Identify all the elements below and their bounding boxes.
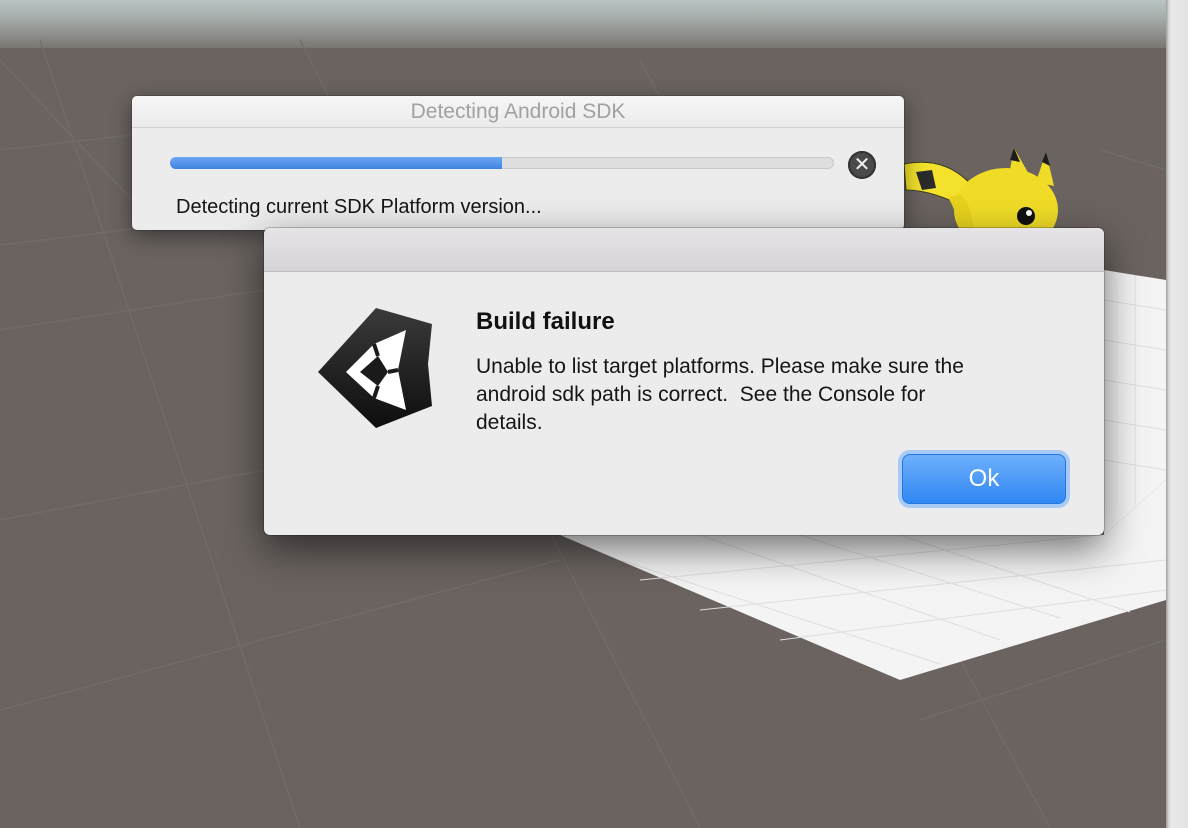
alert-title: Build failure: [476, 308, 615, 335]
alert-message: Unable to list target platforms. Please …: [476, 355, 964, 434]
progress-dialog-title: Detecting Android SDK: [132, 96, 904, 128]
unity-logo-icon: [318, 308, 432, 428]
alert-titlebar[interactable]: [264, 228, 1104, 272]
ok-button[interactable]: Ok: [902, 454, 1066, 504]
window-edge: [1166, 0, 1188, 828]
close-circle-icon[interactable]: ✕: [848, 151, 876, 179]
progress-bar-fill: [170, 157, 502, 169]
progress-status-text: Detecting current SDK Platform version..…: [176, 196, 542, 218]
progress-bar: [170, 157, 834, 169]
progress-dialog: Detecting Android SDK ✕ Detecting curren…: [132, 96, 904, 230]
build-failure-alert: Build failure Unable to list target plat…: [264, 228, 1104, 535]
